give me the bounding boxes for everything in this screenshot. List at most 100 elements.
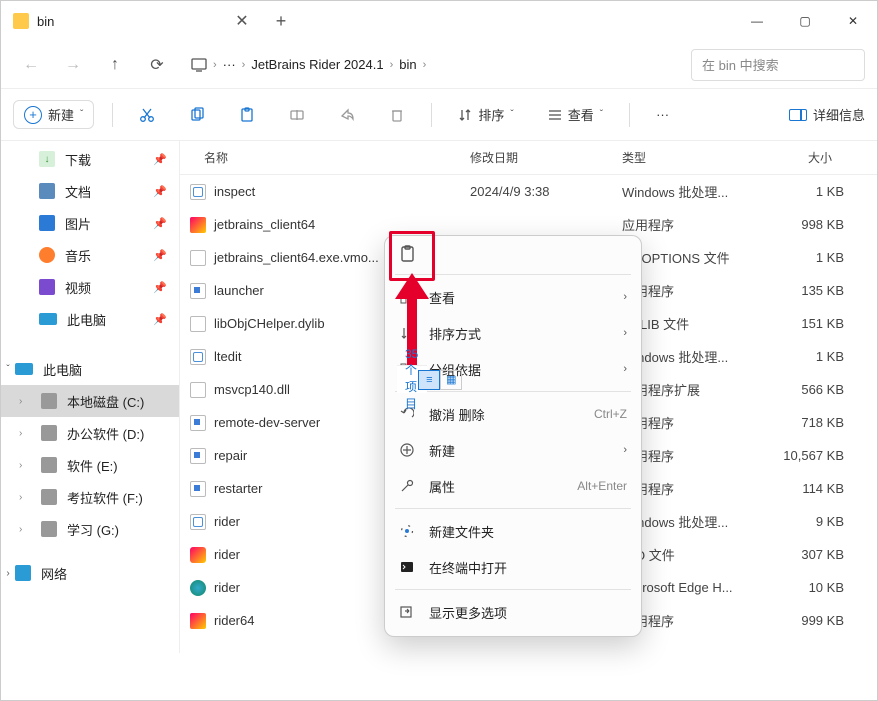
chevron-down-icon: ˇ <box>1 364 15 375</box>
breadcrumb-ellipsis[interactable]: ··· <box>223 57 236 72</box>
file-size: 135 KB <box>762 283 844 298</box>
file-icon <box>190 283 206 299</box>
column-header-date[interactable]: 修改日期 <box>470 149 622 166</box>
cut-button[interactable] <box>131 99 163 131</box>
sidebar-item-drive-g[interactable]: ›学习 (G:) <box>1 513 179 545</box>
sidebar-item-this-pc-quick[interactable]: 此电脑📌 <box>1 303 179 335</box>
paste-button[interactable] <box>231 99 263 131</box>
active-tab[interactable]: bin ✕ <box>1 1 261 41</box>
column-header-size[interactable]: 大小 <box>762 149 848 166</box>
breadcrumb[interactable]: › ··· › JetBrains Rider 2024.1 › bin › <box>181 57 685 72</box>
new-tab-button[interactable]: + <box>261 1 301 41</box>
breadcrumb-segment[interactable]: JetBrains Rider 2024.1 <box>251 57 383 72</box>
file-row[interactable]: inspect2024/4/9 3:38Windows 批处理...1 KB <box>180 175 877 208</box>
search-input[interactable]: 在 bin 中搜索 <box>691 49 865 81</box>
delete-button[interactable] <box>381 99 413 131</box>
view-grid-button[interactable]: ▦ <box>440 370 462 390</box>
column-header-name[interactable]: 名称 <box>180 149 470 166</box>
context-label: 新建文件夹 <box>429 522 494 541</box>
minimize-button[interactable]: — <box>733 1 781 41</box>
file-type: Windows 批处理... <box>622 512 762 531</box>
chevron-right-icon: › <box>242 59 246 71</box>
view-mode-toggle: ≡ ▦ <box>418 370 462 390</box>
context-item-open-terminal[interactable]: 在终端中打开 <box>385 549 641 585</box>
sort-icon <box>458 108 472 122</box>
file-name: inspect <box>214 184 255 199</box>
chevron-down-icon: ˇ <box>600 109 603 120</box>
new-label: 新建 <box>48 105 74 124</box>
sidebar-label: 下载 <box>65 150 91 169</box>
sidebar-section-this-pc[interactable]: ˇ此电脑 <box>1 353 179 385</box>
shortcut-label: Ctrl+Z <box>594 407 627 421</box>
file-type: 应用程序扩展 <box>622 380 762 399</box>
file-size: 10,567 KB <box>762 448 844 463</box>
context-item-undo[interactable]: 撤消 删除 Ctrl+Z <box>385 396 641 432</box>
close-window-button[interactable]: ✕ <box>829 1 877 41</box>
new-button[interactable]: + 新建 ˇ <box>13 100 94 129</box>
sidebar-item-documents[interactable]: 文档📌 <box>1 175 179 207</box>
pin-icon: 📌 <box>153 281 167 294</box>
file-type: 应用程序 <box>622 446 762 465</box>
chevron-right-icon: › <box>19 396 22 407</box>
shortcut-label: Alt+Enter <box>577 479 627 493</box>
column-headers: 名称 修改日期 类型 大小 <box>180 141 877 175</box>
sidebar-item-drive-d[interactable]: ›办公软件 (D:) <box>1 417 179 449</box>
file-name: jetbrains_client64 <box>214 217 315 232</box>
file-type: Windows 批处理... <box>622 182 762 201</box>
sidebar-label: 考拉软件 (F:) <box>67 488 143 507</box>
breadcrumb-segment[interactable]: bin <box>399 57 416 72</box>
sidebar-item-downloads[interactable]: ↓下载📌 <box>1 143 179 175</box>
sort-button[interactable]: 排序 ˇ <box>450 101 521 128</box>
sidebar-item-pictures[interactable]: 图片📌 <box>1 207 179 239</box>
file-type: 应用程序 <box>622 611 762 630</box>
column-header-type[interactable]: 类型 <box>622 149 762 166</box>
forward-button[interactable]: → <box>55 47 91 83</box>
file-name: repair <box>214 448 247 463</box>
music-icon <box>39 247 55 263</box>
tab-title: bin <box>37 14 54 29</box>
share-button[interactable] <box>331 99 363 131</box>
chevron-right-icon: › <box>623 291 627 303</box>
drive-icon <box>41 457 57 473</box>
view-button[interactable]: 查看 ˇ <box>540 101 611 128</box>
rename-button[interactable] <box>281 99 313 131</box>
network-icon <box>15 565 31 581</box>
tab-close-button[interactable]: ✕ <box>235 14 249 28</box>
file-type: 应用程序 <box>622 413 762 432</box>
chevron-right-icon: › <box>623 327 627 339</box>
sidebar-item-videos[interactable]: 视频📌 <box>1 271 179 303</box>
file-name: jetbrains_client64.exe.vmo... <box>214 250 379 265</box>
more-button[interactable]: ··· <box>648 103 677 126</box>
sidebar-item-network[interactable]: ›网络 <box>1 557 179 589</box>
refresh-button[interactable]: ⟳ <box>139 47 175 83</box>
context-item-show-more[interactable]: 显示更多选项 <box>385 594 641 630</box>
sidebar-item-music[interactable]: 音乐📌 <box>1 239 179 271</box>
back-button[interactable]: ← <box>13 47 49 83</box>
file-type: ICO 文件 <box>622 545 762 564</box>
context-item-new[interactable]: 新建› <box>385 432 641 468</box>
context-label: 显示更多选项 <box>429 603 507 622</box>
details-pane-button[interactable]: 详细信息 <box>789 105 865 124</box>
separator <box>395 589 631 590</box>
folder-icon <box>13 13 29 29</box>
sidebar-item-drive-c[interactable]: ›本地磁盘 (C:) <box>1 385 179 417</box>
sidebar-item-drive-f[interactable]: ›考拉软件 (F:) <box>1 481 179 513</box>
context-label: 排序方式 <box>429 324 481 343</box>
context-item-properties[interactable]: 属性Alt+Enter <box>385 468 641 504</box>
chevron-right-icon: › <box>19 428 22 439</box>
context-label: 撤消 删除 <box>429 405 485 424</box>
copy-button[interactable] <box>181 99 213 131</box>
chevron-right-icon: › <box>423 59 427 71</box>
pin-icon: 📌 <box>153 217 167 230</box>
drive-icon <box>41 521 57 537</box>
up-button[interactable]: ↑ <box>97 47 133 83</box>
context-label: 新建 <box>429 441 455 460</box>
chevron-right-icon: › <box>1 568 15 579</box>
view-details-button[interactable]: ≡ <box>418 370 440 390</box>
maximize-button[interactable]: ▢ <box>781 1 829 41</box>
context-item-new-folder[interactable]: 新建文件夹 <box>385 513 641 549</box>
chevron-right-icon: › <box>19 524 22 535</box>
sidebar-item-drive-e[interactable]: ›软件 (E:) <box>1 449 179 481</box>
file-name: rider <box>214 514 240 529</box>
file-name: launcher <box>214 283 264 298</box>
